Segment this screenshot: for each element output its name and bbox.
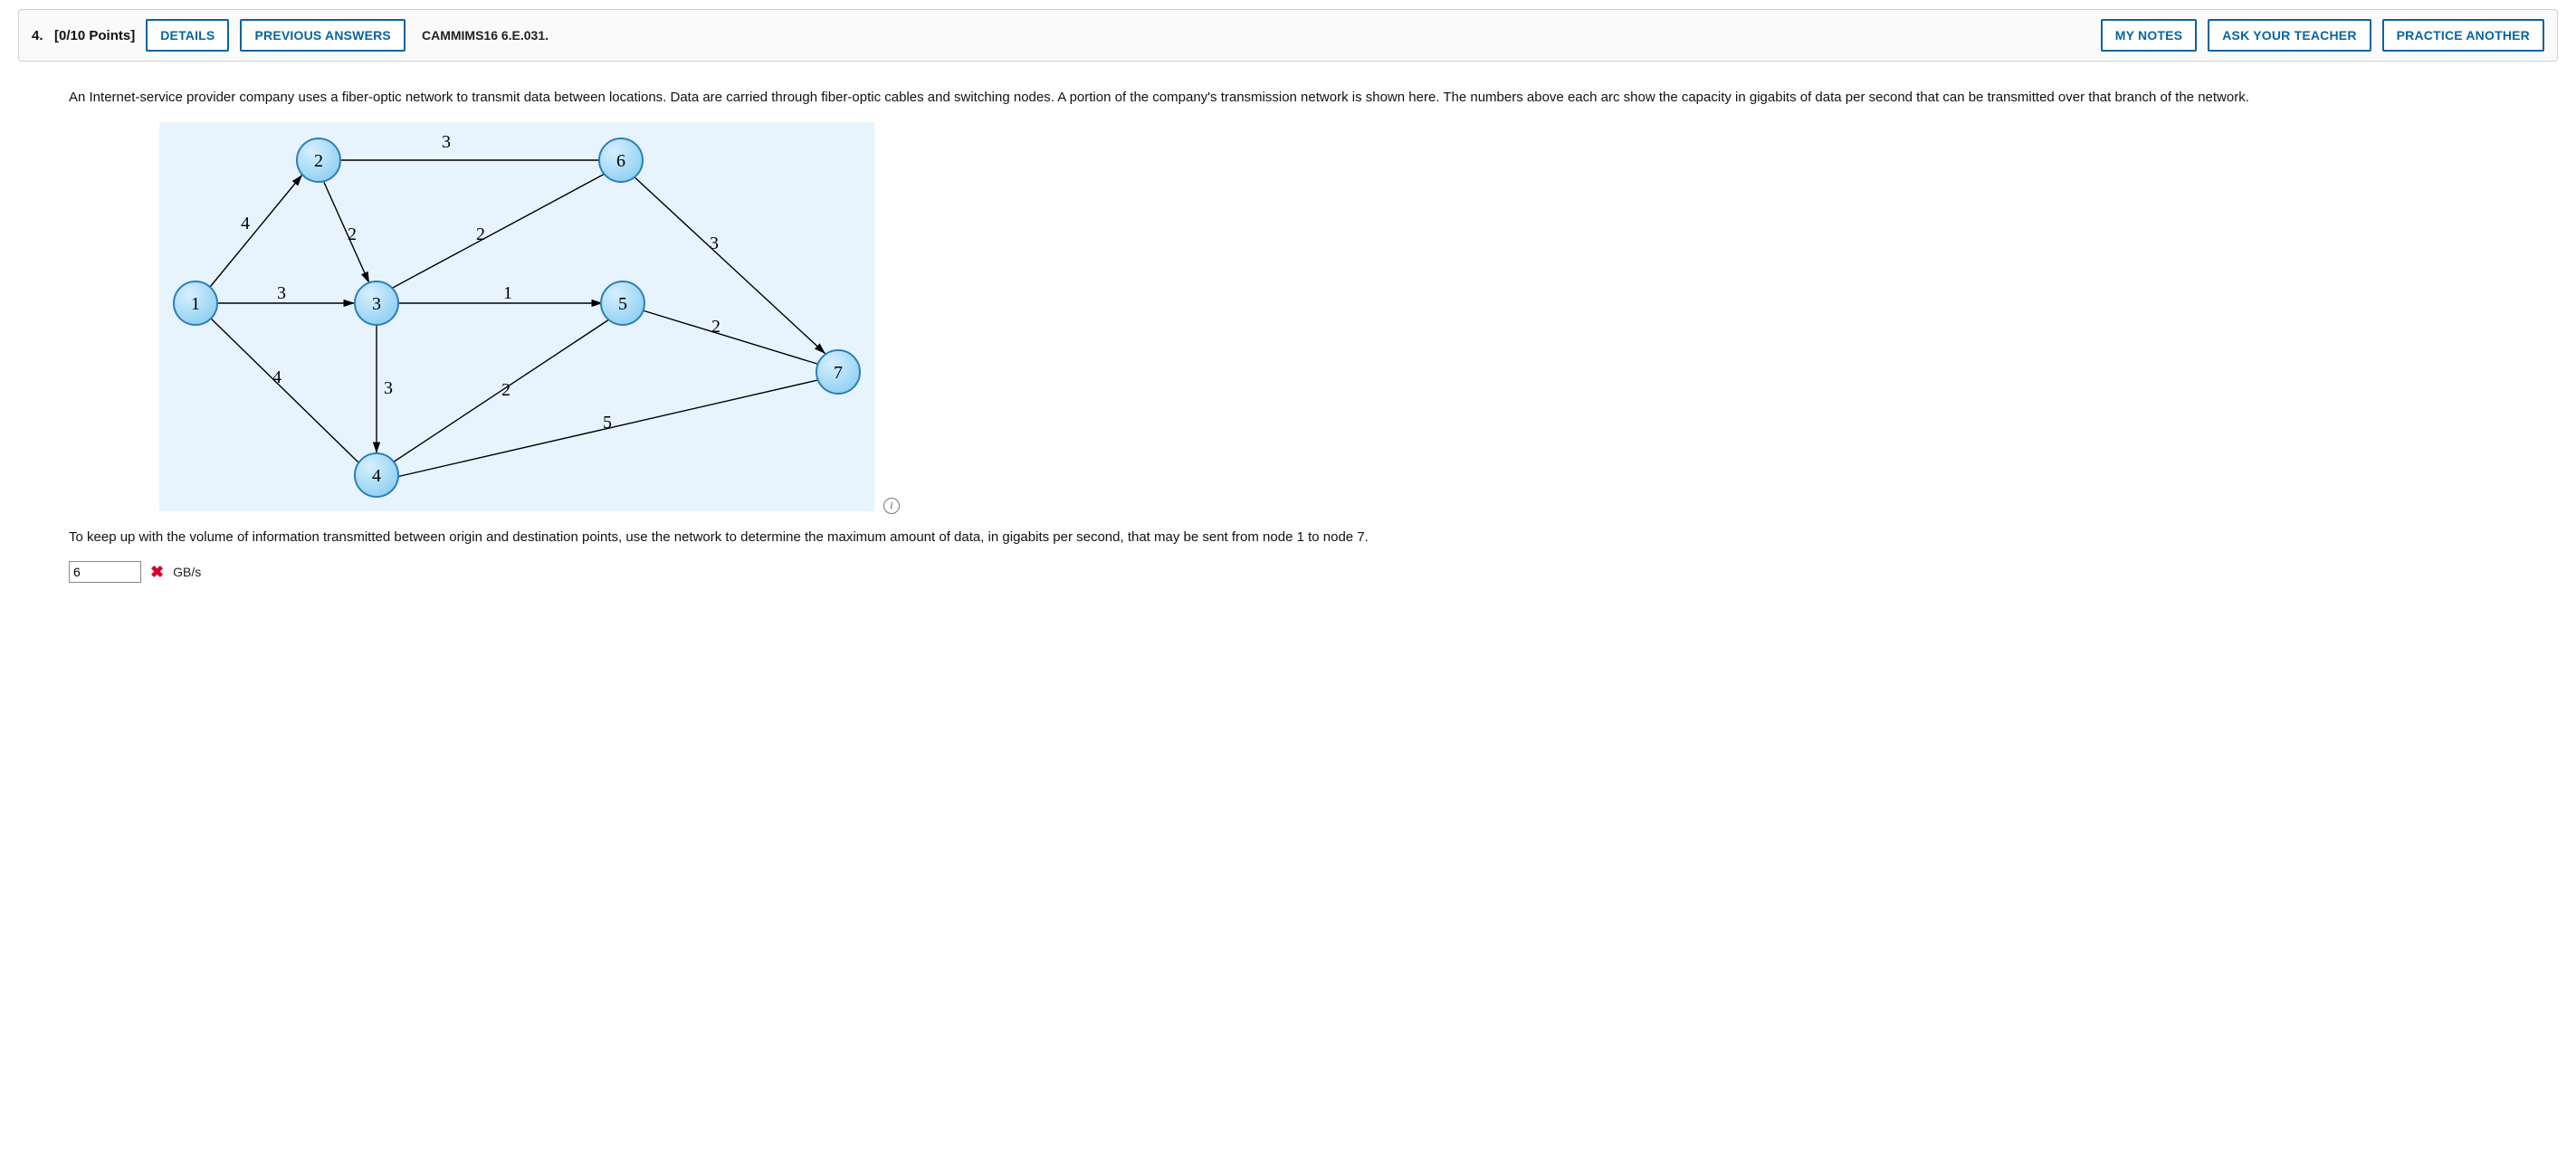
svg-text:5: 5 <box>618 294 627 314</box>
details-button[interactable]: DETAILS <box>146 19 229 52</box>
edge-label-4-7: 5 <box>603 413 612 433</box>
edge-label-2-6: 3 <box>442 132 451 152</box>
question-header: 4. [0/10 Points] DETAILS PREVIOUS ANSWER… <box>18 9 2558 62</box>
edge-label-5-7: 2 <box>711 317 720 337</box>
answer-input[interactable] <box>69 561 141 583</box>
network-figure: 4 3 4 2 3 3 <box>159 122 2522 514</box>
question-number: 4. [0/10 Points] <box>32 28 135 43</box>
edge-label-3-6: 2 <box>476 224 485 244</box>
incorrect-icon: ✖ <box>150 563 164 582</box>
edge-label-3-4: 3 <box>384 378 393 398</box>
info-icon[interactable]: i <box>883 498 900 514</box>
node-7: 7 <box>816 350 860 394</box>
node-3: 3 <box>355 281 398 325</box>
svg-text:2: 2 <box>314 151 323 171</box>
node-2: 2 <box>297 138 340 182</box>
svg-text:6: 6 <box>616 151 625 171</box>
my-notes-button[interactable]: MY NOTES <box>2101 19 2197 52</box>
problem-question: To keep up with the volume of informatio… <box>69 528 2522 548</box>
question-code: CAMMIMS16 6.E.031. <box>422 28 549 43</box>
node-6: 6 <box>599 138 643 182</box>
svg-text:1: 1 <box>191 294 200 314</box>
edge-label-4-5: 2 <box>501 380 510 400</box>
edge-label-3-5: 1 <box>503 283 512 303</box>
node-4: 4 <box>355 453 398 497</box>
answer-unit: GB/s <box>173 565 201 579</box>
edge-label-2-3: 2 <box>348 224 357 244</box>
edge-label-1-4: 4 <box>272 367 281 387</box>
problem-intro: An Internet-service provider company use… <box>69 88 2522 109</box>
edge-2-3 <box>322 178 369 283</box>
node-5: 5 <box>601 281 644 325</box>
edge-label-1-2: 4 <box>241 214 250 233</box>
q-points: [0/10 Points] <box>54 28 135 43</box>
question-body: An Internet-service provider company use… <box>18 62 2558 592</box>
network-graph: 4 3 4 2 3 3 <box>159 122 874 511</box>
edge-label-1-3: 3 <box>277 283 286 303</box>
edge-label-6-7: 3 <box>710 233 719 253</box>
svg-text:4: 4 <box>372 466 381 486</box>
edge-3-6 <box>391 173 606 289</box>
edge-1-2 <box>206 175 302 291</box>
previous-answers-button[interactable]: PREVIOUS ANSWERS <box>240 19 405 52</box>
ask-teacher-button[interactable]: ASK YOUR TEACHER <box>2208 19 2371 52</box>
edge-6-7 <box>632 175 825 354</box>
practice-another-button[interactable]: PRACTICE ANOTHER <box>2382 19 2544 52</box>
svg-text:7: 7 <box>834 363 843 383</box>
edge-1-4 <box>208 316 360 464</box>
edge-5-7 <box>643 310 820 365</box>
svg-text:3: 3 <box>372 294 381 314</box>
node-1: 1 <box>174 281 217 325</box>
answer-row: ✖ GB/s <box>69 561 2522 583</box>
q-num: 4. <box>32 28 43 43</box>
